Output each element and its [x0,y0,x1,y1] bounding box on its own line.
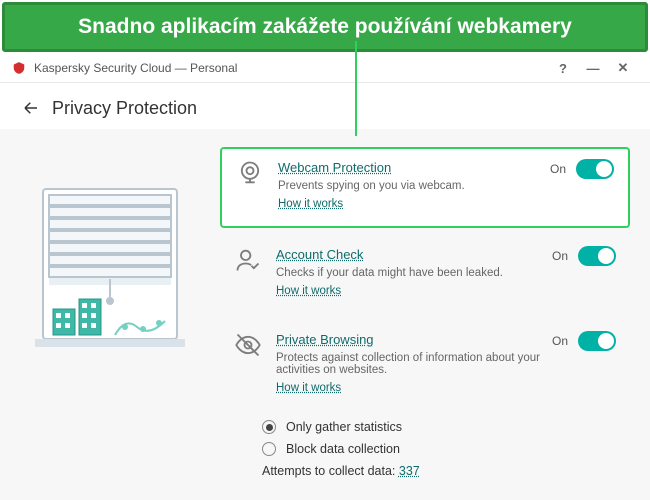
close-button[interactable]: ✕ [608,60,638,76]
window-blinds-illustration-icon [25,179,195,369]
features-list: Webcam Protection Prevents spying on you… [220,139,650,500]
help-button[interactable]: ? [548,61,578,76]
radio-only-gather-statistics[interactable]: Only gather statistics [262,420,630,434]
how-it-works-link[interactable]: How it works [276,285,341,297]
private-browsing-options: Only gather statistics Block data collec… [262,420,630,456]
content-area: Webcam Protection Prevents spying on you… [0,129,650,500]
how-it-works-link[interactable]: How it works [276,382,341,394]
account-check-icon [234,246,262,274]
private-browsing-toggle[interactable] [578,331,616,351]
app-name: Kaspersky Security Cloud — Personal [34,61,237,75]
webcam-protection-toggle[interactable] [576,159,614,179]
toggle-state-label: On [550,162,566,176]
kaspersky-logo-icon [12,61,26,75]
radio-icon [262,420,276,434]
radio-icon [262,442,276,456]
callout-banner: Snadno aplikacím zakážete používání webk… [2,2,648,52]
toggle-state-label: On [552,249,568,263]
page-header: Privacy Protection [0,83,650,129]
radio-block-data-collection[interactable]: Block data collection [262,442,630,456]
page-title: Privacy Protection [52,98,197,119]
illustration [0,139,220,500]
feature-title-link[interactable]: Private Browsing [276,332,374,347]
arrow-left-icon [22,99,40,117]
account-check-toggle[interactable] [578,246,616,266]
toggle-state-label: On [552,334,568,348]
minimize-button[interactable]: — [578,61,608,76]
eye-off-icon [234,331,262,359]
feature-desc: Checks if your data might have been leak… [276,267,542,279]
feature-title-link[interactable]: Account Check [276,247,363,262]
callout-connector [355,41,357,136]
attempts-count-link[interactable]: 337 [399,464,420,478]
feature-desc: Protects against collection of informati… [276,352,542,376]
webcam-icon [236,159,264,187]
how-it-works-link[interactable]: How it works [278,198,343,210]
feature-desc: Prevents spying on you via webcam. [278,180,540,192]
title-bar: Kaspersky Security Cloud — Personal ? — … [0,54,650,83]
radio-label: Only gather statistics [286,420,402,434]
app-window: Snadno aplikacím zakážete používání webk… [0,0,650,500]
radio-label: Block data collection [286,442,400,456]
back-button[interactable] [18,95,44,121]
feature-title-link[interactable]: Webcam Protection [278,160,391,175]
feature-webcam-protection: Webcam Protection Prevents spying on you… [220,147,630,228]
feature-account-check: Account Check Checks if your data might … [220,236,630,313]
feature-private-browsing: Private Browsing Protects against collec… [220,321,630,410]
attempts-line: Attempts to collect data: 337 [262,464,630,478]
attempts-label: Attempts to collect data: [262,464,395,478]
